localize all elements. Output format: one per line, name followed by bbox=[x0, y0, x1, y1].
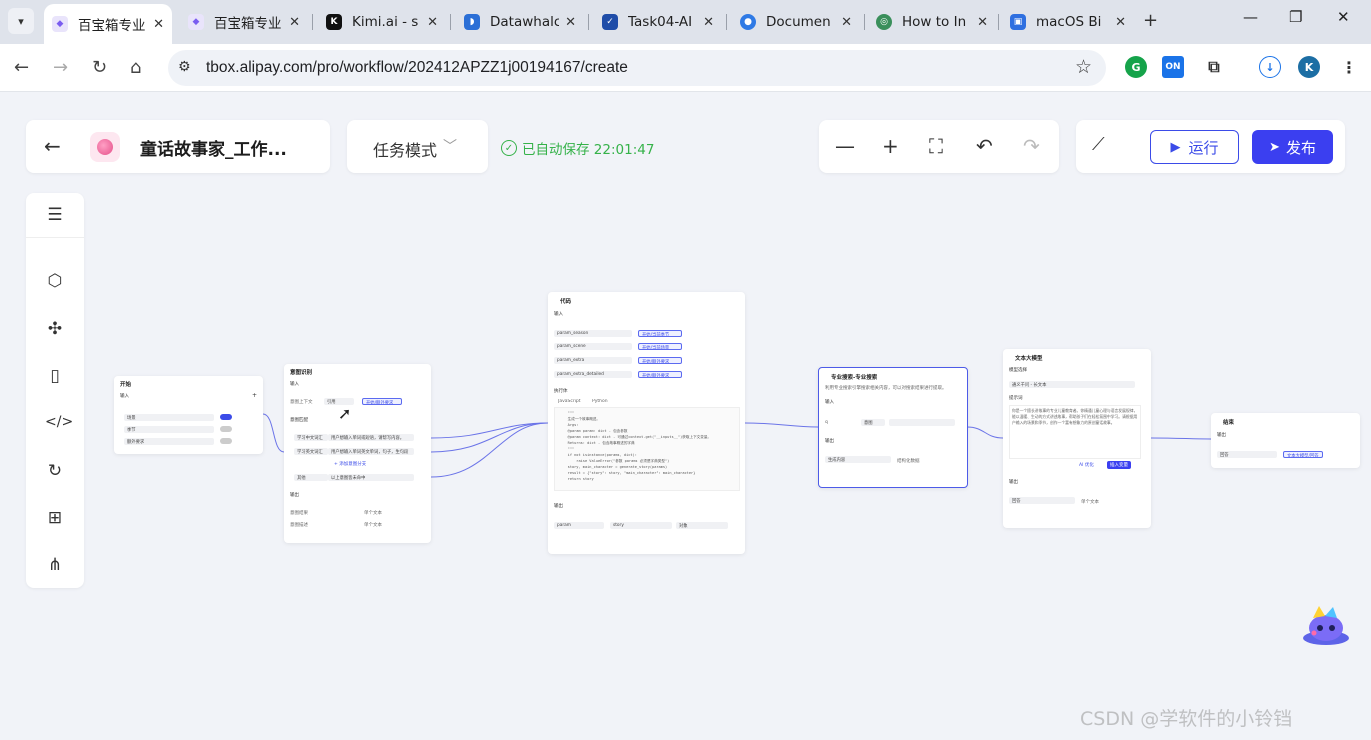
param-name[interactable]: param_extra bbox=[554, 357, 632, 364]
output-type: 结构化数据 bbox=[897, 459, 920, 464]
llm-node[interactable]: 文本大模型 模型选择 通义千问 - 长文本 提示词 你是一个擅长讲故事的专业儿童… bbox=[1003, 349, 1151, 528]
node-title: 专业搜索-专业搜索 bbox=[831, 375, 878, 381]
output-name[interactable]: param bbox=[554, 522, 604, 529]
variable-tag[interactable]: 开始/当前场景 bbox=[638, 343, 682, 350]
section-label: 提示词 bbox=[1009, 396, 1023, 401]
node-description: 利用专业搜索引擎搜索相关内容，可以对搜索结果进行提取。 bbox=[825, 386, 947, 391]
output-type: 单个文本 bbox=[364, 511, 382, 516]
code-editor[interactable]: """ 生成一个故事概述。 Args: @param param: dict -… bbox=[554, 407, 740, 491]
edge-start-intent bbox=[262, 413, 285, 453]
end-node[interactable]: 结束 输出 回答 文本大模型/回答 bbox=[1211, 413, 1360, 468]
variable-tag[interactable]: 开始/额外要求 bbox=[362, 398, 402, 405]
variable-tag[interactable]: 文本大模型/回答 bbox=[1283, 451, 1323, 458]
start-node[interactable]: 开始 输入 + 场景 季节 额外要求 bbox=[114, 376, 263, 454]
prompt-editor[interactable]: 你是一个擅长讲故事的专业儿童教育者。你精通儿童心理与语言发展规律，能以温暖、生动… bbox=[1009, 405, 1141, 459]
node-title: 文本大模型 bbox=[1015, 356, 1043, 362]
node-title: 开始 bbox=[120, 382, 132, 388]
output-name[interactable]: 生成内容 bbox=[825, 456, 891, 463]
lang-js-tab[interactable]: JavaScript bbox=[558, 399, 581, 404]
section-label: 输入 bbox=[290, 382, 299, 387]
param-name[interactable]: param_extra_detailed bbox=[554, 371, 632, 378]
intent-name[interactable]: 学习英文词汇 bbox=[294, 448, 328, 455]
edge-code-search bbox=[744, 422, 819, 428]
toggle-switch[interactable] bbox=[220, 426, 232, 432]
ref-select[interactable]: 意图 bbox=[861, 419, 885, 426]
assistant-mascot-icon[interactable] bbox=[1301, 604, 1351, 646]
variable-tag[interactable]: 开始/当前季节 bbox=[638, 330, 682, 337]
section-label: 输入 bbox=[120, 394, 129, 399]
output-type: 单个文本 bbox=[364, 523, 382, 528]
param-name[interactable]: param_season bbox=[554, 330, 632, 337]
code-node[interactable]: 代码 输入 param_season 开始/当前季节 param_scene 开… bbox=[548, 292, 745, 554]
toggle-switch[interactable] bbox=[220, 438, 232, 444]
output-name: 意图描述 bbox=[290, 523, 308, 528]
param-name[interactable]: param_scene bbox=[554, 343, 632, 350]
section-label: 输出 bbox=[825, 439, 834, 444]
intent-node[interactable]: 意图识别 输入 意图上下文 引用 开始/额外要求 意图匹配 学习中文词汇 用户想… bbox=[284, 364, 431, 543]
output-name[interactable]: 回答 bbox=[1217, 451, 1277, 458]
add-icon[interactable]: + bbox=[252, 392, 257, 399]
field-label: 意图上下文 bbox=[290, 400, 313, 405]
node-title: 结束 bbox=[1223, 420, 1235, 426]
output-type[interactable]: 对象 bbox=[676, 522, 728, 529]
value-select[interactable] bbox=[889, 419, 955, 426]
mouse-cursor-icon: ➚ bbox=[338, 404, 352, 423]
add-intent-link[interactable]: + 添加意图分支 bbox=[334, 461, 366, 467]
section-label: 输出 bbox=[1009, 480, 1018, 485]
ai-optimize-button[interactable]: AI 优化 bbox=[1079, 462, 1094, 468]
output-name[interactable]: 回答 bbox=[1009, 497, 1075, 504]
edge-llm-end bbox=[1150, 437, 1212, 440]
section-label: 输入 bbox=[825, 400, 834, 405]
node-title: 代码 bbox=[560, 299, 572, 305]
output-value[interactable]: story bbox=[610, 522, 672, 529]
search-node[interactable]: 专业搜索-专业搜索 利用专业搜索引擎搜索相关内容，可以对搜索结果进行提取。 输入… bbox=[818, 367, 968, 488]
section-label: 输出 bbox=[290, 493, 299, 498]
section-label: 输出 bbox=[1217, 433, 1226, 438]
model-select[interactable]: 通义千问 - 长文本 bbox=[1009, 381, 1135, 388]
edge-search-llm bbox=[966, 426, 1004, 439]
intent-name[interactable]: 学习中文词汇 bbox=[294, 434, 328, 441]
lang-py-tab[interactable]: Python bbox=[592, 399, 608, 404]
node-title: 意图识别 bbox=[290, 370, 313, 376]
section-label: 执行体 bbox=[554, 389, 568, 394]
variable-tag[interactable]: 开始/额外要求 bbox=[638, 371, 682, 378]
variable-tag[interactable]: 开始/额外要求 bbox=[638, 357, 682, 364]
intent-name: 其他 bbox=[294, 474, 328, 481]
intent-desc[interactable]: 用户想输入单词英文单词，句子，生句段 bbox=[328, 448, 414, 455]
intent-desc: 以上意图皆未命中 bbox=[328, 474, 414, 481]
toggle-switch[interactable] bbox=[220, 414, 232, 420]
insert-variable-button[interactable]: 插入变量 bbox=[1107, 461, 1131, 469]
intent-desc[interactable]: 用户想输入单词或短语，请帮写内容。 bbox=[328, 434, 414, 441]
section-label: 输入 bbox=[554, 312, 563, 317]
code-line: return story bbox=[559, 477, 594, 481]
param-row[interactable]: 额外要求 bbox=[124, 438, 214, 445]
param-name: q bbox=[825, 420, 828, 425]
section-label: 模型选择 bbox=[1009, 368, 1027, 373]
output-type: 单个文本 bbox=[1081, 500, 1099, 505]
section-label: 意图匹配 bbox=[290, 418, 308, 423]
section-label: 输出 bbox=[554, 504, 563, 509]
param-row[interactable]: 场景 bbox=[124, 414, 214, 421]
param-row[interactable]: 季节 bbox=[124, 426, 214, 433]
output-name: 意图结果 bbox=[290, 511, 308, 516]
watermark-text: CSDN @学软件的小铃铛 bbox=[1080, 708, 1293, 730]
